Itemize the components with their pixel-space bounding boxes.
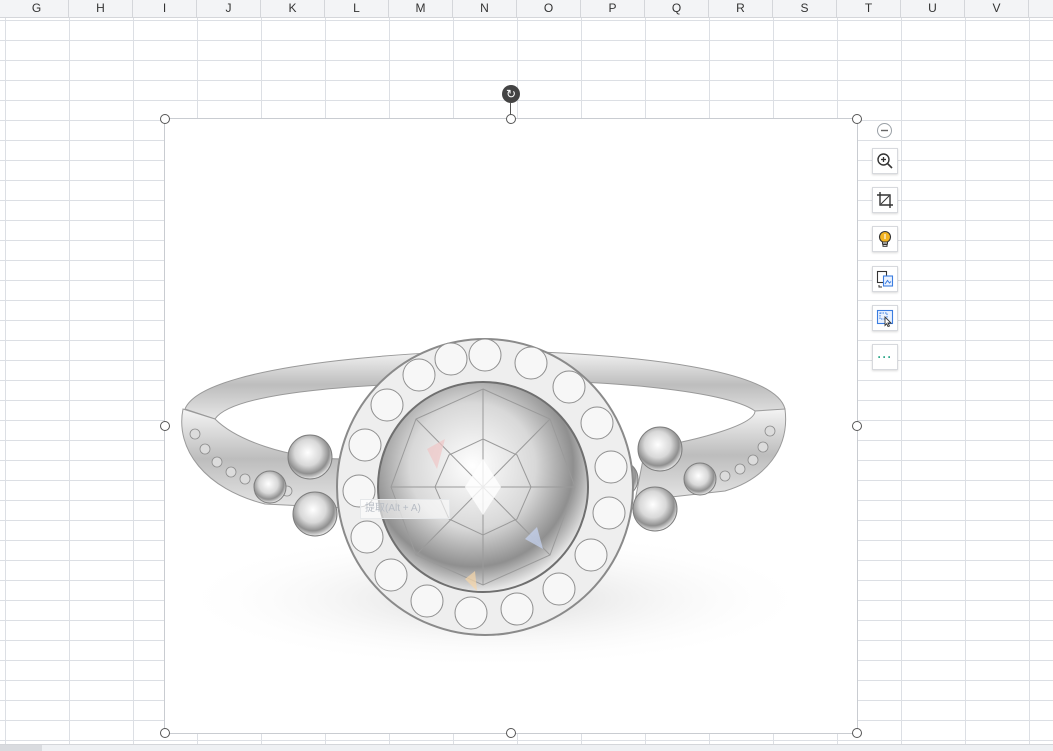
- rotate-handle-icon[interactable]: ↻: [502, 85, 520, 103]
- column-header-i[interactable]: I: [133, 0, 197, 17]
- resize-handle-right[interactable]: [852, 421, 862, 431]
- image-convert-icon: [876, 270, 894, 288]
- resize-handle-bottom-right[interactable]: [852, 728, 862, 738]
- resize-handle-top[interactable]: [506, 114, 516, 124]
- resize-handle-left[interactable]: [160, 421, 170, 431]
- zoom-in-button[interactable]: [872, 148, 898, 174]
- column-header-n[interactable]: N: [453, 0, 517, 17]
- column-header-u[interactable]: U: [901, 0, 965, 17]
- zoom-in-icon: [877, 153, 893, 169]
- column-header-g[interactable]: G: [5, 0, 69, 17]
- lightbulb-icon: [878, 230, 892, 247]
- resize-handle-bottom-left[interactable]: [160, 728, 170, 738]
- resize-handle-top-right[interactable]: [852, 114, 862, 124]
- smart-suggest-button[interactable]: [872, 226, 898, 252]
- more-icon: ···: [877, 350, 893, 364]
- scrollbar-thumb[interactable]: [0, 745, 42, 751]
- column-header-p[interactable]: P: [581, 0, 645, 17]
- rotate-stem: [510, 103, 511, 115]
- column-header-s[interactable]: S: [773, 0, 837, 17]
- column-header-o[interactable]: O: [517, 0, 581, 17]
- column-header-k[interactable]: K: [261, 0, 325, 17]
- column-header-j[interactable]: J: [197, 0, 261, 17]
- column-header-row: G H I J K L M N O P Q R S T U V: [0, 0, 1053, 18]
- inserted-picture[interactable]: 提取(Alt + A): [164, 118, 858, 734]
- resize-handle-top-left[interactable]: [160, 114, 170, 124]
- crop-button[interactable]: [872, 187, 898, 213]
- resize-handle-bottom[interactable]: [506, 728, 516, 738]
- column-header-l[interactable]: L: [325, 0, 389, 17]
- image-select-icon: [876, 309, 894, 327]
- column-header-m[interactable]: M: [389, 0, 453, 17]
- column-header-t[interactable]: T: [837, 0, 901, 17]
- column-header-h[interactable]: H: [69, 0, 133, 17]
- more-options-button[interactable]: ···: [872, 344, 898, 370]
- ring-photo-icon: [175, 338, 815, 669]
- image-convert-button[interactable]: [872, 266, 898, 292]
- image-select-button[interactable]: [872, 305, 898, 331]
- column-header-r[interactable]: R: [709, 0, 773, 17]
- extract-hint: 提取(Alt + A): [360, 499, 450, 519]
- column-header-v[interactable]: V: [965, 0, 1029, 17]
- minus-circle-icon[interactable]: [877, 123, 892, 138]
- column-header-q[interactable]: Q: [645, 0, 709, 17]
- crop-icon: [877, 192, 893, 208]
